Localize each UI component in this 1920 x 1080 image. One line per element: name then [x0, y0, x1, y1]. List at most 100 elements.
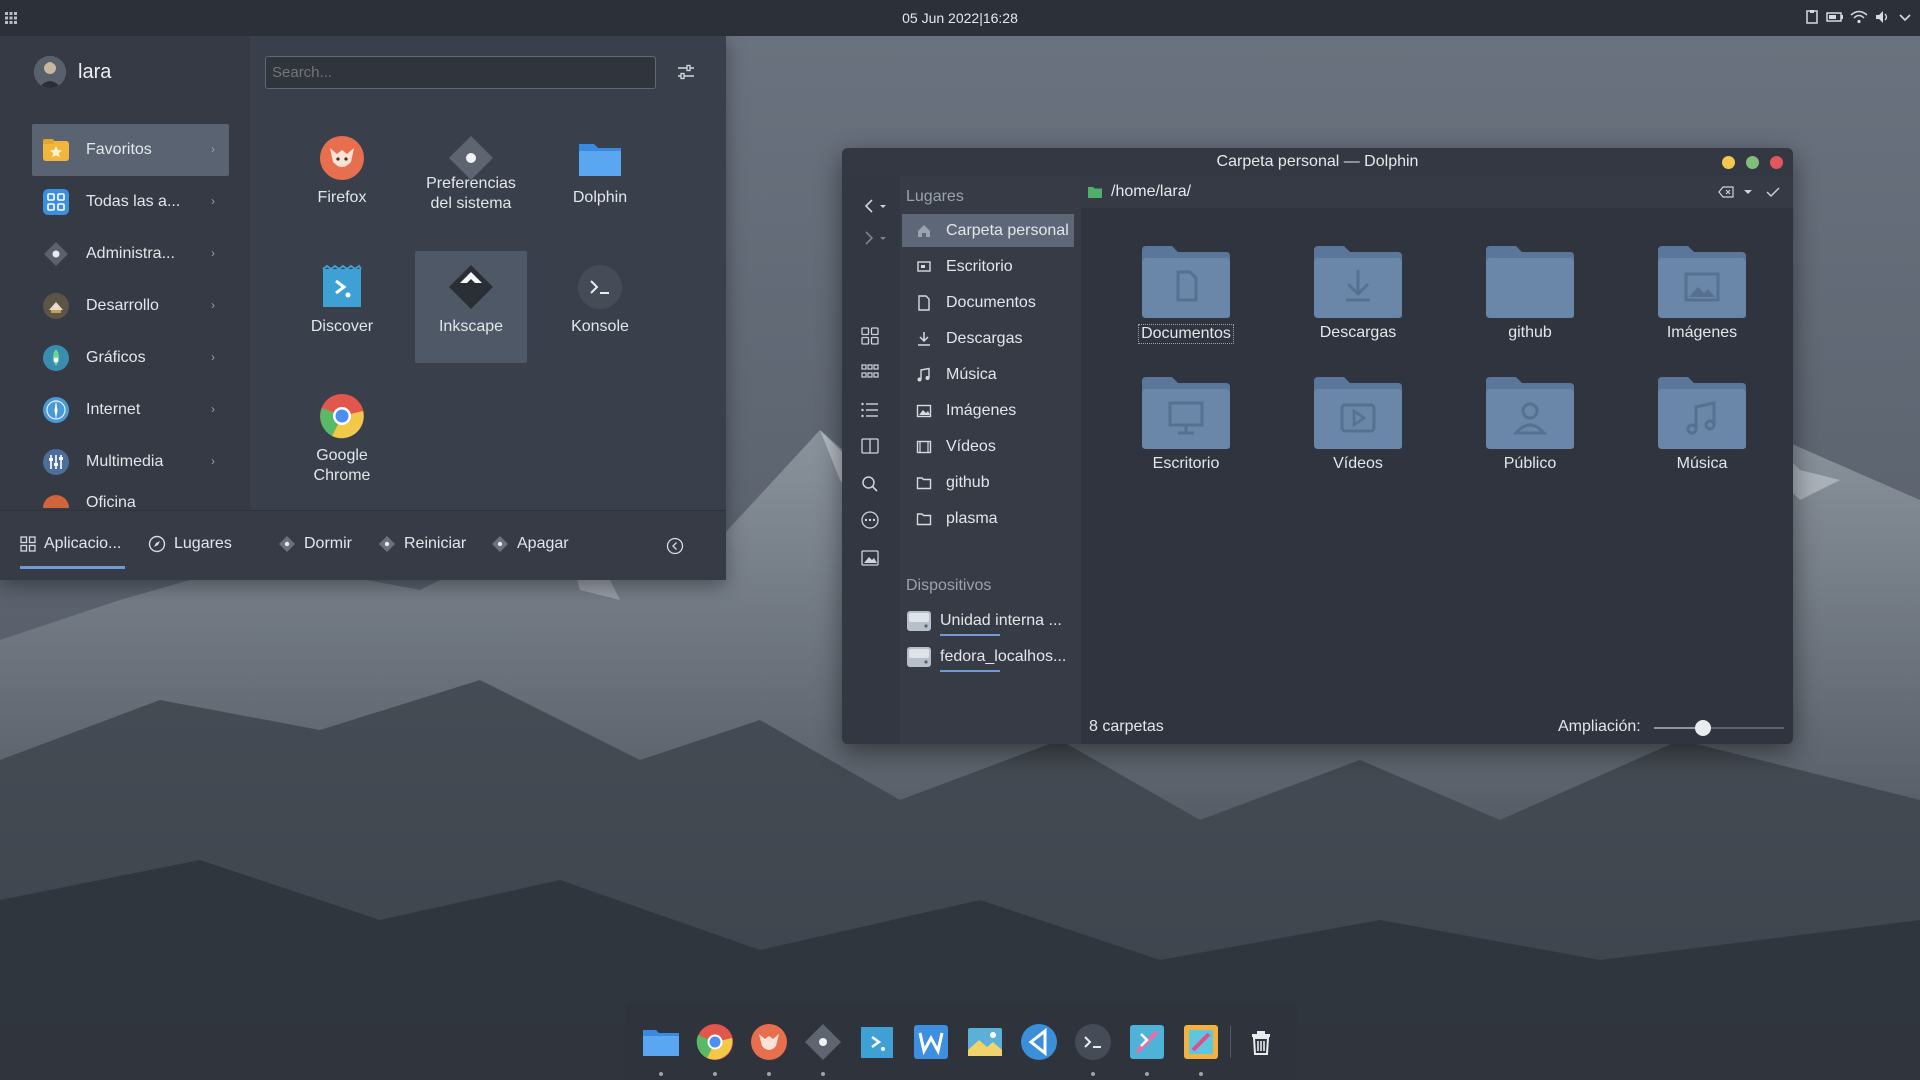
system-tray: [1804, 9, 1912, 25]
place-carpeta-personal[interactable]: Carpeta personal: [902, 214, 1074, 247]
device-fedora[interactable]: fedora_localhos...: [902, 640, 1074, 674]
volume-icon[interactable]: [1874, 9, 1892, 25]
tab-applications[interactable]: Aplicacio...: [20, 535, 126, 569]
more-options-icon[interactable]: [860, 510, 880, 530]
search-input[interactable]: [265, 56, 656, 89]
sleep-label: Dormir: [304, 535, 352, 552]
app-konsole[interactable]: Konsole: [544, 251, 656, 363]
place-github[interactable]: github: [902, 466, 1074, 499]
place-documentos[interactable]: Documentos: [902, 286, 1074, 319]
place-plasma[interactable]: plasma: [902, 502, 1074, 535]
close-button[interactable]: [1770, 156, 1783, 169]
category-multimedia[interactable]: Multimedia ›: [32, 436, 229, 488]
dolphin-toolbar: [842, 176, 900, 744]
confirm-icon[interactable]: [1765, 185, 1781, 199]
icons-view-icon[interactable]: [860, 326, 880, 346]
restart-icon: [379, 536, 395, 552]
dropdown-icon[interactable]: [1743, 188, 1753, 196]
category-internet[interactable]: Internet ›: [32, 384, 229, 436]
device-unidad-interna[interactable]: Unidad interna ...: [902, 604, 1074, 638]
category-graficos[interactable]: Gráficos ›: [32, 332, 229, 384]
app-dolphin[interactable]: Dolphin: [544, 122, 656, 234]
category-todas[interactable]: Todas las a... ›: [32, 176, 229, 228]
place-musica[interactable]: Música: [902, 358, 1074, 391]
category-oficina[interactable]: Oficina: [32, 488, 229, 508]
terminal-icon[interactable]: [1073, 1022, 1113, 1062]
chrome-icon[interactable]: [695, 1022, 735, 1062]
discover-icon[interactable]: [857, 1022, 897, 1062]
place-escritorio[interactable]: Escritorio: [902, 250, 1074, 283]
place-imagenes[interactable]: Imágenes: [902, 394, 1074, 427]
chevron-down-icon[interactable]: [1898, 9, 1912, 25]
place-label: plasma: [946, 509, 998, 527]
tab-places[interactable]: Lugares: [148, 535, 232, 553]
window-titlebar[interactable]: Carpeta personal — Dolphin: [842, 148, 1793, 176]
minimize-button[interactable]: [1722, 156, 1735, 169]
folder-image-icon: [1658, 246, 1746, 318]
running-indicator: [821, 1072, 825, 1076]
preview-icon[interactable]: [860, 548, 880, 568]
battery-icon[interactable]: [1826, 9, 1844, 25]
app-label: Preferencias del sistema: [426, 175, 516, 212]
device-label: fedora_localhos...: [940, 648, 1067, 665]
folder-publico[interactable]: Público: [1455, 375, 1605, 485]
folder-videos[interactable]: Vídeos: [1283, 375, 1433, 485]
firefox-icon[interactable]: [749, 1022, 789, 1062]
app-label: Google Chrome: [313, 447, 371, 484]
trash-icon[interactable]: [1247, 1028, 1275, 1056]
folder-documentos[interactable]: Documentos: [1111, 244, 1261, 354]
clipboard-icon[interactable]: [1804, 9, 1820, 25]
place-descargas[interactable]: Descargas: [902, 322, 1074, 355]
folder-escritorio[interactable]: Escritorio: [1111, 375, 1261, 485]
wifi-icon[interactable]: [1850, 9, 1868, 25]
folder-descargas[interactable]: Descargas: [1283, 244, 1433, 354]
places-header: Lugares: [906, 188, 964, 205]
clear-icon[interactable]: [1718, 185, 1734, 199]
app-firefox[interactable]: Firefox: [286, 122, 398, 234]
folder-icon: [916, 476, 932, 489]
category-administracion[interactable]: Administra... ›: [32, 228, 229, 280]
place-label: Descargas: [946, 329, 1023, 347]
maximize-button[interactable]: [1746, 156, 1759, 169]
folder-label: Escritorio: [1152, 455, 1220, 472]
split-view-icon[interactable]: [860, 436, 880, 456]
app-google-chrome[interactable]: Google Chrome: [286, 380, 398, 492]
app-launcher-icon[interactable]: [4, 10, 18, 26]
zoom-slider[interactable]: [1654, 720, 1784, 736]
clock[interactable]: 05 Jun 2022|16:28: [902, 10, 1018, 26]
app-label: Discover: [310, 318, 374, 335]
shutdown-button[interactable]: Apagar: [491, 535, 569, 553]
running-indicator: [767, 1072, 771, 1076]
category-favoritos[interactable]: Favoritos ›: [32, 124, 229, 176]
folder-imagenes[interactable]: Imágenes: [1627, 244, 1777, 354]
vscode-icon[interactable]: [1019, 1022, 1059, 1062]
category-desarrollo[interactable]: Desarrollo ›: [32, 280, 229, 332]
location-bar[interactable]: /home/lara/: [1081, 176, 1793, 208]
sleep-button[interactable]: Dormir: [278, 535, 352, 553]
forward-icon[interactable]: [860, 228, 890, 248]
kdevelop-icon[interactable]: [1127, 1022, 1167, 1062]
sliders-icon[interactable]: [676, 62, 696, 82]
restart-button[interactable]: Reiniciar: [378, 535, 466, 553]
devices-header: Dispositivos: [906, 577, 992, 594]
app-inkscape[interactable]: Inkscape: [415, 251, 527, 363]
files-icon[interactable]: [641, 1022, 681, 1062]
back-icon[interactable]: [860, 196, 890, 216]
settings-icon[interactable]: [803, 1022, 843, 1062]
folder-musica[interactable]: Música: [1627, 375, 1777, 485]
image-viewer-icon[interactable]: [965, 1022, 1005, 1062]
place-videos[interactable]: Vídeos: [902, 430, 1074, 463]
collapse-icon[interactable]: [666, 537, 684, 555]
path-text: /home/lara/: [1111, 183, 1192, 200]
compact-view-icon[interactable]: [860, 362, 880, 382]
user-profile[interactable]: lara: [34, 56, 111, 88]
zoom-handle[interactable]: [1695, 720, 1711, 736]
writer-icon[interactable]: [911, 1022, 951, 1062]
folder-github[interactable]: github: [1455, 244, 1605, 354]
app-discover[interactable]: Discover: [286, 251, 398, 363]
search-icon[interactable]: [860, 474, 880, 494]
app-system-settings[interactable]: Preferencias del sistema: [415, 122, 527, 234]
details-view-icon[interactable]: [860, 400, 880, 420]
krita-icon[interactable]: [1181, 1022, 1221, 1062]
window-title: Carpeta personal — Dolphin: [1216, 153, 1419, 170]
